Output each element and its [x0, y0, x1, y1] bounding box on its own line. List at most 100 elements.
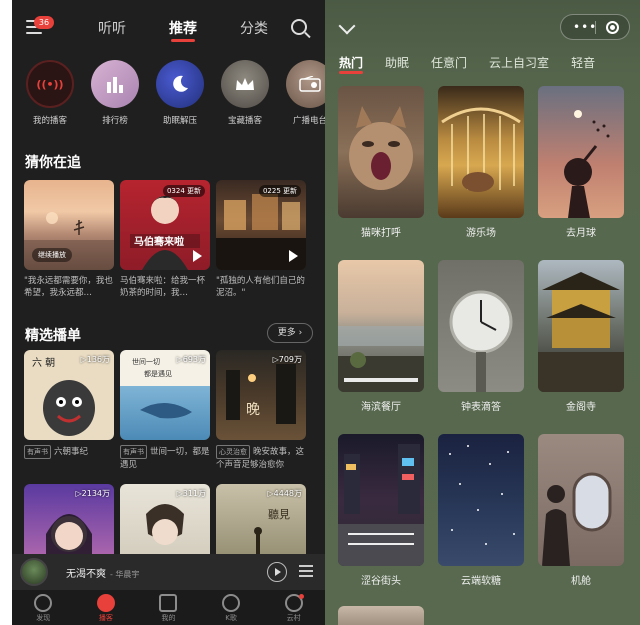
- scene-card[interactable]: 金阁寺: [538, 260, 624, 434]
- scene-card[interactable]: 游乐场: [438, 86, 524, 260]
- play-icon[interactable]: [193, 250, 202, 262]
- play-count: ▷136万: [80, 355, 110, 364]
- top-bar: 36 听听 推荐 分类: [12, 10, 325, 46]
- scene-image: [338, 434, 424, 566]
- quick-radio[interactable]: 广播电台: [284, 60, 325, 126]
- quick-ranking[interactable]: 排行榜: [89, 60, 141, 126]
- quick-label: 排行榜: [102, 116, 128, 126]
- quick-treasure[interactable]: 宝藏播客: [219, 60, 271, 126]
- cover-image: 马伯骞来啦 0324 更新: [120, 180, 210, 270]
- nav-label: 发现: [36, 614, 51, 622]
- scene-label: 钟表滴答: [461, 402, 501, 413]
- play-count: ▷2134万: [75, 489, 110, 498]
- nav-podcast[interactable]: 播客: [86, 594, 126, 623]
- continue-play-button[interactable]: 继续播放: [32, 248, 72, 262]
- more-label: 更多: [277, 328, 296, 338]
- play-count: ▷4448万: [267, 489, 302, 498]
- more-button[interactable]: 更多 ›: [267, 323, 313, 343]
- scene-image: [538, 260, 624, 392]
- scene-card[interactable]: 云端软糖: [438, 434, 524, 608]
- tab-light-music[interactable]: 轻音: [571, 54, 595, 71]
- quick-label: 我的播客: [32, 116, 67, 126]
- quick-entry-row: ((•)) 我的播客 排行榜 助眠解压 宝藏播客 广播电台: [24, 60, 325, 126]
- tab-sleep[interactable]: 助眠: [385, 54, 409, 71]
- play-count: ▷693万: [176, 355, 206, 364]
- tab-hot[interactable]: 热门: [339, 54, 364, 74]
- scene-label: 机舱: [571, 576, 591, 587]
- scene-grid: 猫咪打呼 游乐场 去月球 海滨餐厅 钟表滴答 金阁寺 涩谷街头 云端软糖 机舱: [338, 86, 638, 608]
- svg-text:晚: 晚: [246, 402, 260, 418]
- scene-image: [438, 86, 524, 218]
- tracking-list: 继续播放 "我永远都需要你，我也希望，我永远都… 马伯骞来啦 0324 更新 马…: [24, 180, 306, 301]
- playlist-card[interactable]: 世间一切 都是遇见 ▷693万 有声书 世间一切，都是遇见: [120, 350, 210, 471]
- scene-label: 涩谷街头: [361, 576, 401, 587]
- tab-recommend[interactable]: 推荐: [169, 18, 197, 42]
- screenshot-collage: 36 听听 推荐 分类 ((•)) 我的播客 排行榜 助眠解压 宝藏播客 广播电…: [0, 0, 640, 625]
- svg-text:马伯骞来啦: 马伯骞来啦: [134, 235, 184, 248]
- nav-label: 播客: [98, 614, 113, 622]
- play-count: ▷709万: [272, 355, 302, 364]
- bar-chart-icon: [91, 60, 139, 108]
- scene-card-partial[interactable]: [338, 606, 424, 625]
- tracking-card[interactable]: 继续播放 "我永远都需要你，我也希望，我永远都…: [24, 180, 114, 301]
- quick-sleep[interactable]: 助眠解压: [154, 60, 206, 126]
- music-note-icon: [159, 594, 178, 612]
- scene-label: 去月球: [566, 228, 596, 239]
- close-target-icon[interactable]: [606, 21, 619, 34]
- tab-anywhere-door[interactable]: 任意门: [431, 54, 467, 71]
- playlist-card[interactable]: 六 朝 ▷136万 有声书 六朝事纪: [24, 350, 114, 471]
- mini-program-capsule[interactable]: •••: [560, 14, 630, 40]
- chevron-down-icon[interactable]: [338, 17, 356, 35]
- podcast-icon: [96, 594, 115, 612]
- nav-discover[interactable]: 发现: [23, 594, 63, 623]
- scene-image: [538, 86, 624, 218]
- nav-mine[interactable]: 我的: [148, 594, 188, 623]
- playlist-icon[interactable]: [299, 565, 313, 580]
- tab-cloud-study[interactable]: 云上自习室: [489, 54, 549, 71]
- svg-text:六 朝: 六 朝: [32, 357, 55, 369]
- scene-tabs: 热门 助眠 任意门 云上自习室 轻音: [339, 54, 595, 74]
- nav-ksong[interactable]: K歌: [211, 594, 251, 623]
- search-icon[interactable]: [291, 19, 307, 35]
- svg-text:世间一切: 世间一切: [132, 357, 160, 366]
- scene-card[interactable]: 机舱: [538, 434, 624, 608]
- scene-card[interactable]: 猫咪打呼: [338, 86, 424, 260]
- play-count: ▷311万: [176, 489, 206, 498]
- new-dot: [298, 594, 304, 599]
- podcast-recommend-screen: 36 听听 推荐 分类 ((•)) 我的播客 排行榜 助眠解压 宝藏播客 广播电…: [12, 0, 325, 625]
- category-tag: 心灵治愈: [216, 445, 250, 459]
- radio-wave-icon: ((•)): [26, 60, 74, 108]
- song-artist: - 华晨宇: [110, 570, 140, 579]
- nav-community[interactable]: 云村: [274, 594, 314, 623]
- soundscape-screen: ••• 热门 助眠 任意门 云上自习室 轻音 猫咪打呼 游乐场 去月球 海滨餐厅…: [325, 0, 640, 625]
- card-caption: 马伯骞来啦：给我一杯奶茶的时间，我…: [120, 276, 206, 298]
- tab-listen[interactable]: 听听: [98, 18, 126, 38]
- play-icon[interactable]: [289, 250, 298, 262]
- card-caption: "孤独的人有他们自己的泥沼。": [216, 276, 305, 298]
- card-caption: 有声书 世间一切，都是遇见: [120, 445, 210, 471]
- mini-player[interactable]: 无渴不爽 - 华晨宇: [12, 554, 325, 590]
- scene-image: [538, 434, 624, 566]
- tracking-card[interactable]: 马伯骞来啦 0324 更新 马伯骞来啦：给我一杯奶茶的时间，我…: [120, 180, 210, 301]
- capsule-divider: [595, 21, 596, 34]
- scene-image: [338, 86, 424, 218]
- scene-card[interactable]: 去月球: [538, 86, 624, 260]
- section-title-tracking: 猜你在追: [25, 155, 81, 171]
- microphone-icon: [222, 594, 241, 612]
- cover-image: 六 朝 ▷136万: [24, 350, 114, 440]
- quick-my-podcast[interactable]: ((•)) 我的播客: [24, 60, 76, 126]
- tracking-card[interactable]: 0225 更新 "孤独的人有他们自己的泥沼。": [216, 180, 306, 301]
- scene-label: 海滨餐厅: [361, 402, 401, 413]
- card-caption: 有声书 六朝事纪: [24, 445, 114, 471]
- play-button[interactable]: [267, 562, 287, 582]
- scene-card[interactable]: 涩谷街头: [338, 434, 424, 608]
- more-dots-icon[interactable]: •••: [573, 21, 597, 33]
- scene-card[interactable]: 钟表滴答: [438, 260, 524, 434]
- nav-label: 云村: [286, 614, 301, 622]
- scene-card[interactable]: 海滨餐厅: [338, 260, 424, 434]
- category-tag: 有声书: [120, 445, 147, 459]
- tab-category[interactable]: 分类: [240, 18, 268, 38]
- bottom-nav: 发现 播客 我的 K歌 云村: [12, 590, 325, 625]
- update-badge: 0324 更新: [162, 185, 205, 197]
- playlist-card[interactable]: 晚 ▷709万 心灵治愈 晚安故事，这个声音足够治愈你: [216, 350, 306, 471]
